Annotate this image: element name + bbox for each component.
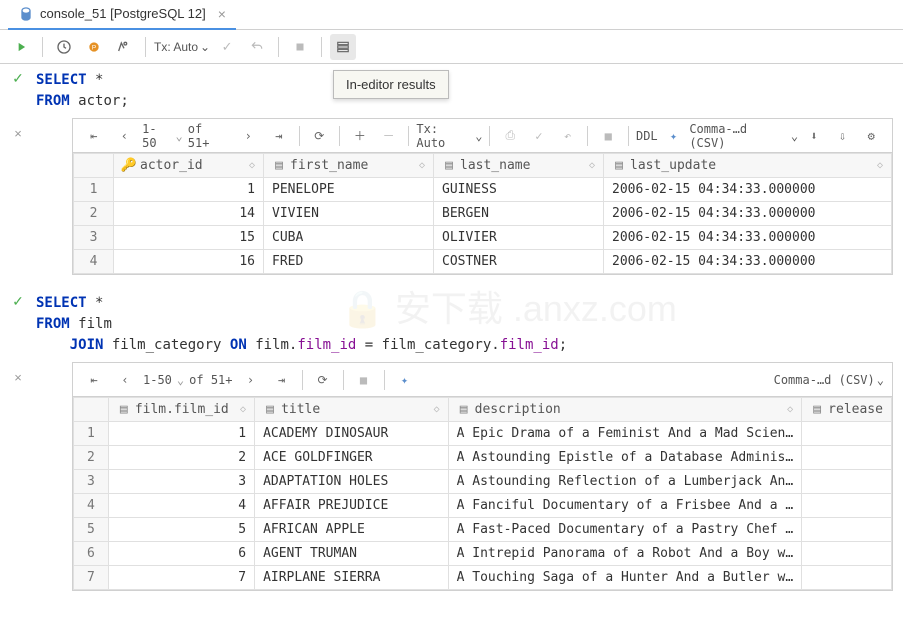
column-header[interactable]: ▤first_name◇	[272, 158, 425, 173]
page-range: 1-50	[143, 373, 172, 387]
main-toolbar: P Tx: Auto ⌄ ✓	[0, 30, 903, 64]
separator	[42, 37, 43, 57]
next-page-button[interactable]: ›	[235, 123, 261, 149]
column-header[interactable]: ▤release	[810, 402, 883, 417]
stop-result-button[interactable]: ■	[595, 123, 621, 149]
separator	[321, 37, 322, 57]
revert-button[interactable]: ↶	[555, 123, 581, 149]
rollback-button[interactable]	[244, 34, 270, 60]
settings-button[interactable]	[111, 34, 137, 60]
chevron-down-icon: ⌄	[200, 40, 210, 54]
submit-button[interactable]: ✓	[526, 123, 552, 149]
table-row[interactable]: 33ADAPTATION HOLESA Astounding Reflectio…	[74, 470, 892, 494]
column-icon: ▤	[457, 403, 471, 417]
column-header[interactable]: ▤last_name◇	[442, 158, 595, 173]
column-icon: ▤	[810, 403, 824, 417]
export-format-dropdown[interactable]: Comma-…d (CSV) ⌄	[774, 373, 884, 387]
column-icon: ▤	[612, 159, 626, 173]
ddl-button[interactable]: DDL	[636, 129, 658, 143]
table-row[interactable]: 22ACE GOLDFINGERA Astounding Epistle of …	[74, 446, 892, 470]
first-page-button[interactable]: ⇤	[81, 367, 107, 393]
table-row[interactable]: 77AIRPLANE SIERRAA Touching Saga of a Hu…	[74, 566, 892, 590]
stop-result-button[interactable]: ■	[351, 367, 377, 393]
remove-row-button[interactable]: －	[376, 123, 402, 149]
in-editor-results-button[interactable]	[330, 34, 356, 60]
column-header[interactable]: ▤description◇	[457, 402, 794, 417]
column-header[interactable]: ▤film.film_id◇	[117, 402, 246, 417]
sql-editor-1[interactable]: SELECT * FROM actor;	[36, 64, 129, 118]
history-button[interactable]	[51, 34, 77, 60]
column-icon: ▤	[272, 159, 286, 173]
result-grid-2: ⇤ ‹ 1-50 ⌄ of 51+ › ⇥ ⟳ ■ ✦ Comma-…d (CS…	[72, 362, 893, 591]
check-icon: ✓	[12, 293, 24, 362]
column-header[interactable]: 🔑actor_id◇	[122, 158, 255, 173]
page-total: of 51+	[189, 373, 232, 387]
table-row[interactable]: 11ACADEMY DINOSAURA Epic Drama of a Femi…	[74, 422, 892, 446]
table-row[interactable]: 66AGENT TRUMANA Intrepid Panorama of a R…	[74, 542, 892, 566]
result-tx-dropdown[interactable]: Tx: Auto ⌄	[416, 122, 482, 150]
column-icon: ▤	[117, 403, 131, 417]
column-icon: ▤	[442, 159, 456, 173]
db-button[interactable]: ⎙	[497, 123, 523, 149]
refresh-button[interactable]: ⟳	[306, 123, 332, 149]
tx-label-text: Tx: Auto	[154, 40, 198, 54]
close-icon[interactable]: ×	[218, 6, 226, 22]
postgres-icon	[18, 6, 34, 22]
last-page-button[interactable]: ⇥	[266, 123, 292, 149]
stop-button[interactable]	[287, 34, 313, 60]
page-range: 1-50	[142, 122, 170, 150]
query-block-2: ✓ SELECT * FROM film JOIN film_category …	[0, 287, 903, 362]
separator	[278, 37, 279, 57]
sql-editor-2[interactable]: SELECT * FROM film JOIN film_category ON…	[36, 287, 567, 362]
result-toolbar-1: ⇤ ‹ 1-50 ⌄ of 51+ › ⇥ ⟳ ＋ － Tx: Auto ⌄ ⎙…	[73, 119, 892, 153]
key-icon: 🔑	[122, 159, 136, 173]
compare-button[interactable]: ✦	[661, 123, 687, 149]
table-row[interactable]: 315CUBAOLIVIER2006-02-15 04:34:33.000000	[74, 226, 892, 250]
page-total: of 51+	[188, 122, 231, 150]
close-result-button[interactable]: ×	[0, 118, 36, 287]
gutter-check: ✓	[0, 287, 36, 362]
column-header[interactable]: ▤last_update◇	[612, 158, 883, 173]
add-row-button[interactable]: ＋	[347, 123, 373, 149]
refresh-button[interactable]: ⟳	[310, 367, 336, 393]
result-grid-1: ⇤ ‹ 1-50 ⌄ of 51+ › ⇥ ⟳ ＋ － Tx: Auto ⌄ ⎙…	[72, 118, 893, 275]
last-page-button[interactable]: ⇥	[269, 367, 295, 393]
run-button[interactable]	[8, 34, 34, 60]
result-toolbar-2: ⇤ ‹ 1-50 ⌄ of 51+ › ⇥ ⟳ ■ ✦ Comma-…d (CS…	[73, 363, 892, 397]
gutter-check: ✓	[0, 64, 36, 118]
download-button[interactable]: ⬇	[801, 123, 827, 149]
editor-tabs: console_51 [PostgreSQL 12] ×	[0, 0, 903, 30]
playground-button[interactable]: P	[81, 34, 107, 60]
column-icon: ▤	[263, 403, 277, 417]
tx-mode-dropdown[interactable]: Tx: Auto ⌄	[154, 40, 210, 54]
export-format-dropdown[interactable]: Comma-…d (CSV) ⌄	[689, 122, 798, 150]
table-row[interactable]: 44AFFAIR PREJUDICEA Fanciful Documentary…	[74, 494, 892, 518]
prev-page-button[interactable]: ‹	[112, 367, 138, 393]
separator	[145, 37, 146, 57]
compare-button[interactable]: ✦	[392, 367, 418, 393]
tooltip: In-editor results	[333, 70, 449, 99]
query-block-1: ✓ SELECT * FROM actor;	[0, 64, 903, 118]
table-row[interactable]: 55AFRICAN APPLEA Fast-Paced Documentary …	[74, 518, 892, 542]
column-header[interactable]: ▤title◇	[263, 402, 440, 417]
tab-title: console_51 [PostgreSQL 12]	[40, 6, 206, 21]
table-row[interactable]: 214VIVIENBERGEN2006-02-15 04:34:33.00000…	[74, 202, 892, 226]
filter-button[interactable]: ⇩	[830, 123, 856, 149]
data-grid-1: 🔑actor_id◇ ▤first_name◇ ▤last_name◇ ▤las…	[73, 153, 892, 274]
first-page-button[interactable]: ⇤	[81, 123, 107, 149]
svg-text:P: P	[92, 44, 96, 51]
next-page-button[interactable]: ›	[238, 367, 264, 393]
table-row[interactable]: 11PENELOPEGUINESS2006-02-15 04:34:33.000…	[74, 178, 892, 202]
close-result-button[interactable]: ×	[0, 362, 36, 603]
data-grid-2: ▤film.film_id◇ ▤title◇ ▤description◇ ▤re…	[73, 397, 892, 590]
gear-button[interactable]: ⚙	[858, 123, 884, 149]
commit-button[interactable]: ✓	[214, 34, 240, 60]
prev-page-button[interactable]: ‹	[112, 123, 138, 149]
check-icon: ✓	[12, 70, 24, 118]
table-row[interactable]: 416FREDCOSTNER2006-02-15 04:34:33.000000	[74, 250, 892, 274]
tab-console[interactable]: console_51 [PostgreSQL 12] ×	[8, 0, 236, 30]
